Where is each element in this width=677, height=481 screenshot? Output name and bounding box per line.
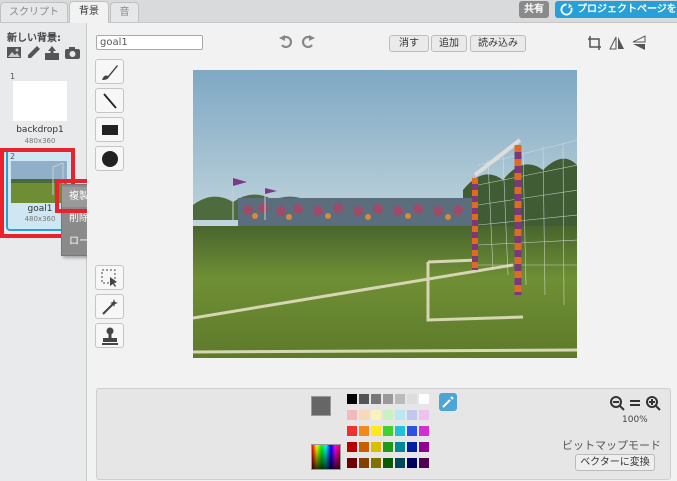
backdrop-index: 1 (10, 72, 16, 81)
import-button[interactable]: 読み込み (470, 35, 526, 52)
flip-horizontal-icon[interactable] (608, 34, 626, 52)
color-swatch[interactable] (407, 394, 417, 404)
color-swatch[interactable] (371, 458, 381, 468)
tab-scripts[interactable]: スクリプト (0, 2, 68, 22)
set-costume-center-icon[interactable] (586, 34, 604, 52)
color-swatch[interactable] (383, 410, 393, 420)
backdrop-size: 480x360 (24, 137, 56, 145)
magic-wand-icon (102, 299, 118, 315)
project-page-label: プロジェクトページを見る (577, 4, 677, 15)
zoom-out-icon[interactable] (609, 395, 625, 411)
color-swatch[interactable] (383, 394, 393, 404)
color-picker-gradient[interactable] (311, 444, 341, 470)
paint-editor: goal1 消す 追加 読み込み 100% ビットマップモード ベクターに変換 (87, 23, 677, 481)
color-swatch[interactable] (407, 442, 417, 452)
select-tool[interactable] (95, 265, 124, 290)
zoom-level: 100% (622, 415, 648, 425)
color-swatch[interactable] (371, 442, 381, 452)
choose-from-library-icon[interactable] (6, 45, 22, 61)
rectangle-tool[interactable] (95, 117, 124, 142)
color-swatch[interactable] (371, 410, 381, 420)
refresh-icon (560, 3, 573, 16)
color-swatch[interactable] (371, 426, 381, 436)
upload-file-icon[interactable] (44, 45, 60, 61)
line-tool[interactable] (95, 88, 124, 113)
backdrop-name-input[interactable]: goal1 (96, 35, 203, 50)
color-swatch[interactable] (359, 442, 369, 452)
tab-backdrops[interactable]: 背景 (69, 1, 109, 23)
zoom-reset-icon[interactable] (627, 395, 643, 411)
color-swatch[interactable] (395, 410, 405, 420)
brush-icon (102, 65, 118, 80)
color-swatch[interactable] (419, 394, 429, 404)
primary-color-swatch[interactable] (311, 396, 331, 416)
color-swatch[interactable] (395, 442, 405, 452)
color-swatch[interactable] (419, 410, 429, 420)
camera-icon[interactable] (64, 45, 80, 61)
remove-background-tool[interactable] (95, 294, 124, 319)
ellipse-tool[interactable] (95, 146, 124, 171)
color-swatch[interactable] (383, 426, 393, 436)
project-page-button[interactable]: プロジェクトページを見る (555, 1, 677, 18)
backdrop-name: backdrop1 (16, 125, 64, 135)
stamp-icon (102, 327, 118, 345)
color-swatch[interactable] (383, 458, 393, 468)
stamp-tool[interactable] (95, 323, 124, 348)
new-backdrop-toolbar (6, 45, 82, 61)
color-swatch[interactable] (359, 394, 369, 404)
color-swatch[interactable] (347, 394, 357, 404)
line-icon (103, 93, 117, 109)
color-swatch[interactable] (371, 394, 381, 404)
goal-field-image (193, 70, 577, 358)
new-backdrop-label: 新しい背景: (7, 33, 61, 44)
clear-button[interactable]: 消す (389, 35, 429, 52)
color-swatch[interactable] (419, 442, 429, 452)
ellipse-icon (102, 151, 118, 167)
undo-icon[interactable] (279, 35, 293, 49)
color-swatch[interactable] (395, 426, 405, 436)
color-swatch[interactable] (407, 458, 417, 468)
add-button[interactable]: 追加 (431, 35, 467, 52)
color-swatch-grid (347, 394, 437, 474)
color-swatch[interactable] (347, 458, 357, 468)
zoom-in-icon[interactable] (645, 395, 661, 411)
tab-sounds[interactable]: 音 (110, 2, 139, 22)
select-icon (101, 269, 117, 287)
eyedropper-icon[interactable] (439, 393, 457, 411)
rectangle-icon (102, 125, 118, 135)
color-swatch[interactable] (347, 442, 357, 452)
redo-icon[interactable] (301, 35, 315, 49)
paint-canvas[interactable] (193, 70, 577, 358)
bitmap-mode-label: ビットマップモード (562, 439, 661, 452)
color-swatch[interactable] (347, 426, 357, 436)
color-swatch[interactable] (419, 458, 429, 468)
brush-tool[interactable] (95, 59, 124, 84)
color-swatch[interactable] (395, 394, 405, 404)
color-swatch[interactable] (359, 426, 369, 436)
color-swatch[interactable] (359, 410, 369, 420)
paint-new-icon[interactable] (25, 45, 41, 61)
share-button[interactable]: 共有 (519, 1, 549, 18)
convert-to-vector-button[interactable]: ベクターに変換 (575, 454, 655, 471)
top-tab-bar: スクリプト 背景 音 共有 プロジェクトページを見る (0, 0, 677, 23)
color-swatch[interactable] (407, 426, 417, 436)
backdrop-thumbnail-backdrop1[interactable] (13, 81, 67, 121)
color-swatch[interactable] (395, 458, 405, 468)
color-swatch[interactable] (347, 410, 357, 420)
color-swatch[interactable] (419, 426, 429, 436)
color-palette-panel: 100% ビットマップモード ベクターに変換 (96, 388, 671, 480)
flip-vertical-icon[interactable] (630, 34, 648, 52)
color-swatch[interactable] (383, 442, 393, 452)
color-swatch[interactable] (359, 458, 369, 468)
color-swatch[interactable] (407, 410, 417, 420)
